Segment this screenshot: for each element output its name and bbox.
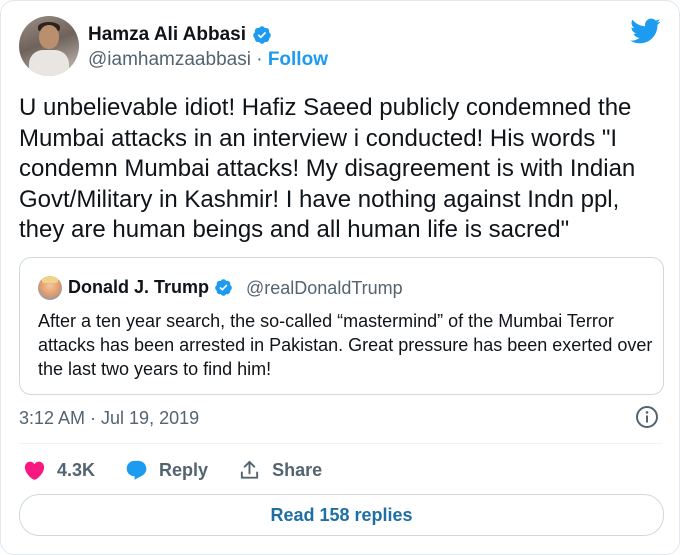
quoted-author-handle: @realDonaldTrump [246, 278, 403, 298]
author-handle-row: @iamhamzaabbasi · Follow [88, 49, 328, 71]
reply-bubble-icon [126, 460, 147, 480]
tweet-card: Hamza Ali Abbasi @iamhamzaabbasi · Follo… [0, 0, 680, 555]
heart-icon [24, 461, 45, 480]
reply-button[interactable]: Reply [125, 459, 208, 482]
like-count: 4.3K [57, 459, 96, 480]
share-icon [240, 460, 259, 479]
divider [19, 443, 663, 444]
like-button[interactable]: 4.3K [23, 459, 95, 482]
quoted-author-name-row: Donald J. Trump [68, 277, 233, 298]
tweet-timestamp[interactable]: 3:12 AM · Jul 19, 2019 [19, 408, 199, 429]
author-name[interactable]: Hamza Ali Abbasi [88, 24, 246, 46]
quoted-tweet[interactable]: Donald J. Trump @realDonaldTrump After a… [19, 257, 664, 395]
twitter-bird-icon[interactable] [629, 15, 661, 47]
quoted-author-name: Donald J. Trump [68, 277, 210, 297]
author-handle[interactable]: @iamhamzaabbasi [88, 49, 251, 70]
follow-button[interactable]: Follow [268, 49, 328, 70]
share-label: Share [272, 459, 323, 480]
verified-badge-icon [253, 26, 271, 44]
quoted-tweet-text: After a ten year search, the so-called “… [38, 311, 653, 379]
reply-label: Reply [159, 459, 209, 480]
quoted-author-avatar[interactable] [38, 276, 62, 300]
author-avatar[interactable] [19, 16, 79, 76]
tweet-text: U unbelievable idiot! Hafiz Saeed public… [19, 94, 642, 243]
author-name-row[interactable]: Hamza Ali Abbasi [88, 24, 272, 46]
info-icon[interactable] [635, 405, 659, 429]
share-button[interactable]: Share [238, 459, 322, 482]
handle-separator: · [256, 49, 263, 70]
read-replies-button[interactable]: Read 158 replies [19, 494, 664, 536]
verified-badge-icon [215, 279, 232, 296]
action-bar: 4.3K Reply Share [23, 457, 352, 483]
